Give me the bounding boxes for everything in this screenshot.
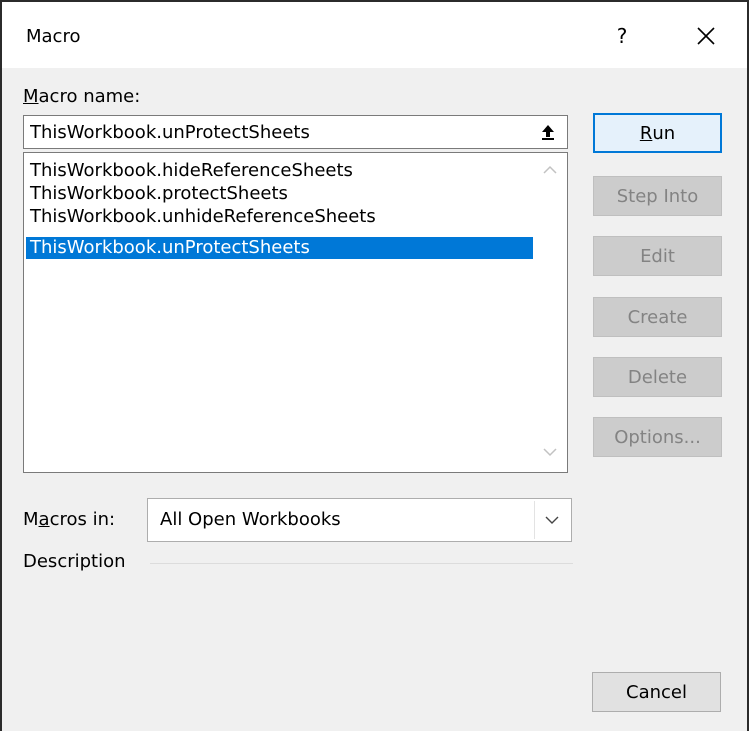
window-border-left bbox=[0, 0, 2, 731]
cancel-button[interactable]: Cancel bbox=[592, 672, 721, 712]
title-bar: Macro ? bbox=[2, 2, 747, 68]
step-into-button[interactable]: Step Into bbox=[593, 176, 722, 216]
create-button[interactable]: Create bbox=[593, 297, 722, 337]
run-button-accel: R bbox=[639, 122, 653, 144]
macros-in-label-pre: M bbox=[23, 509, 39, 530]
edit-button[interactable]: Edit bbox=[593, 236, 722, 276]
list-item[interactable]: ThisWorkbook.protectSheets bbox=[26, 183, 288, 205]
chevron-down-icon[interactable] bbox=[541, 445, 559, 459]
description-divider bbox=[150, 563, 573, 564]
chevron-down-icon bbox=[545, 516, 559, 524]
close-button[interactable] bbox=[674, 10, 738, 62]
macro-name-input[interactable] bbox=[30, 116, 520, 148]
dropdown-toggle[interactable] bbox=[534, 501, 569, 539]
help-button[interactable]: ? bbox=[592, 10, 652, 62]
macros-in-dropdown[interactable]: All Open Workbooks bbox=[147, 498, 572, 542]
upload-arrow-icon bbox=[542, 125, 554, 140]
macros-in-value: All Open Workbooks bbox=[160, 509, 341, 530]
close-icon bbox=[697, 27, 715, 45]
description-label: Description bbox=[23, 551, 126, 572]
macro-name-field[interactable] bbox=[23, 115, 568, 149]
macro-name-label-text: acro name: bbox=[38, 86, 141, 107]
macro-list[interactable]: ThisWorkbook.hideReferenceSheets ThisWor… bbox=[23, 152, 568, 473]
list-item[interactable]: ThisWorkbook.unhideReferenceSheets bbox=[26, 206, 376, 228]
chevron-up-icon[interactable] bbox=[541, 163, 559, 177]
run-button-text: un bbox=[652, 122, 676, 144]
run-button[interactable]: Run bbox=[593, 113, 722, 153]
list-item[interactable]: ThisWorkbook.hideReferenceSheets bbox=[26, 160, 353, 182]
macros-in-label-accel: a bbox=[38, 509, 50, 530]
macros-in-label-text: cros in: bbox=[49, 509, 116, 530]
options-button[interactable]: Options... bbox=[593, 417, 722, 457]
macros-in-label: Macros in: bbox=[23, 509, 115, 530]
dialog-title: Macro bbox=[26, 26, 81, 47]
macro-name-label-accel: M bbox=[23, 86, 39, 107]
collapse-dialog-button[interactable] bbox=[533, 119, 563, 145]
list-scrollbar[interactable] bbox=[533, 153, 567, 472]
list-item-selected[interactable]: ThisWorkbook.unProtectSheets bbox=[26, 237, 535, 259]
delete-button[interactable]: Delete bbox=[593, 357, 722, 397]
macro-name-label: Macro name: bbox=[23, 86, 140, 107]
